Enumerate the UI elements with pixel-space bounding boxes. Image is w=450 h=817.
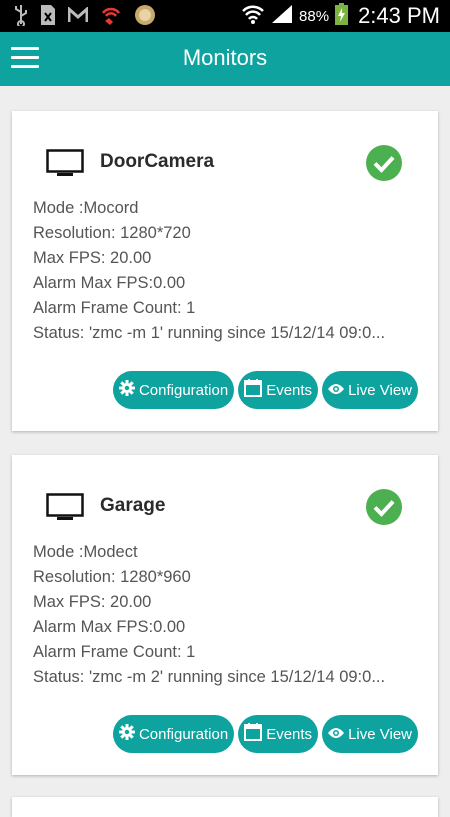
- monitor-resolution: Resolution: 1280*720: [33, 224, 191, 242]
- calendar-icon: [244, 723, 263, 745]
- status-time: 2:43 PM: [358, 3, 440, 28]
- battery-percent: 88%: [299, 7, 330, 25]
- events-button[interactable]: Events: [238, 371, 319, 409]
- events-label: Events: [266, 725, 313, 743]
- live-view-button[interactable]: Live View: [322, 715, 418, 753]
- app-bar: Monitors: [0, 32, 450, 86]
- gear-icon: [118, 380, 135, 400]
- monitor-card-partial: [12, 797, 438, 817]
- status-bar-right: 88% 2:43 PM: [241, 0, 440, 32]
- gear-icon: [118, 724, 135, 744]
- monitor-card: DoorCamera Mode :Mocord Resolution: 1280…: [12, 111, 438, 431]
- monitor-mode: Mode :Modect: [33, 543, 138, 561]
- monitor-mode: Mode :Mocord: [33, 199, 139, 217]
- monitor-name: Garage: [100, 495, 166, 516]
- page-title: Monitors: [182, 45, 268, 70]
- eye-icon: [328, 382, 345, 399]
- battery-charging-icon: [335, 2, 349, 30]
- calendar-icon: [244, 379, 263, 401]
- monitor-details: Mode :Mocord Resolution: 1280*720 Max FP…: [33, 196, 423, 346]
- check-circle-icon: [366, 145, 402, 186]
- configuration-button[interactable]: Configuration: [112, 715, 235, 753]
- monitor-details: Mode :Modect Resolution: 1280*960 Max FP…: [33, 540, 423, 690]
- check-circle-icon: [366, 489, 402, 530]
- app-icon: [134, 4, 156, 31]
- monitor-max-fps: Max FPS: 20.00: [33, 593, 152, 611]
- status-bar-left: [14, 4, 156, 31]
- monitor-max-fps: Max FPS: 20.00: [33, 249, 152, 267]
- sim-icon: [40, 4, 56, 31]
- live-view-button[interactable]: Live View: [322, 371, 418, 409]
- monitor-actions: Configuration Events Live View: [112, 715, 418, 753]
- events-button[interactable]: Events: [238, 715, 319, 753]
- signal-icon: [271, 4, 293, 29]
- wifi-icon: [241, 3, 265, 30]
- monitor-icon: [46, 493, 84, 526]
- status-bar: 88% 2:43 PM: [0, 0, 450, 32]
- configuration-button[interactable]: Configuration: [112, 371, 235, 409]
- live-view-label: Live View: [348, 725, 412, 743]
- monitor-name: DoorCamera: [100, 151, 215, 172]
- events-label: Events: [266, 381, 313, 399]
- gmail-icon: [67, 5, 89, 28]
- configuration-label: Configuration: [138, 725, 229, 743]
- wifi-calling-icon: [100, 4, 122, 31]
- monitor-icon: [46, 149, 84, 182]
- monitor-card: Garage Mode :Modect Resolution: 1280*960…: [12, 455, 438, 775]
- monitor-alarm-frame-count: Alarm Frame Count: 1: [33, 299, 196, 317]
- monitor-status: Status: 'zmc -m 1' running since 15/12/1…: [33, 324, 386, 342]
- monitor-resolution: Resolution: 1280*960: [33, 568, 191, 586]
- monitor-alarm-max-fps: Alarm Max FPS:0.00: [33, 274, 186, 292]
- usb-icon: [14, 4, 28, 31]
- eye-icon: [328, 726, 345, 743]
- monitor-status: Status: 'zmc -m 2' running since 15/12/1…: [33, 668, 386, 686]
- monitor-actions: Configuration Events Live View: [112, 371, 418, 409]
- monitor-alarm-frame-count: Alarm Frame Count: 1: [33, 643, 196, 661]
- live-view-label: Live View: [348, 381, 412, 399]
- monitor-alarm-max-fps: Alarm Max FPS:0.00: [33, 618, 186, 636]
- configuration-label: Configuration: [138, 381, 229, 399]
